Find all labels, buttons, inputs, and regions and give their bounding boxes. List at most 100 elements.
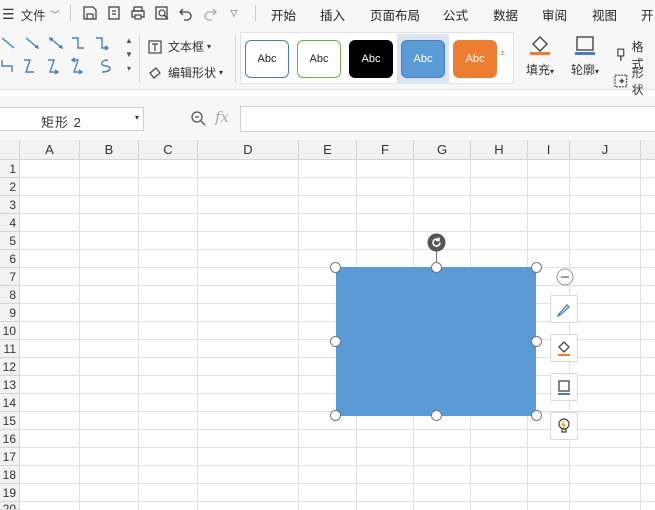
row-header-3[interactable]: 3 xyxy=(0,196,20,214)
column-header-b[interactable]: B xyxy=(80,140,139,160)
column-header-i[interactable]: I xyxy=(528,140,570,160)
style-fill-black[interactable]: Abc xyxy=(349,40,393,78)
row-header-6[interactable]: 6 xyxy=(0,250,20,268)
tab-formulas[interactable]: 公式 xyxy=(443,5,468,24)
print-preview-icon[interactable] xyxy=(152,3,172,23)
style-fill-orange[interactable]: Abc xyxy=(453,40,497,78)
column-header-h[interactable]: H xyxy=(471,140,528,160)
row-header-5[interactable]: 5 xyxy=(0,232,20,250)
gridline xyxy=(20,465,655,466)
save-icon[interactable] xyxy=(80,3,100,23)
gridline xyxy=(20,213,655,214)
gridline xyxy=(20,483,655,484)
tab-insert[interactable]: 插入 xyxy=(320,5,345,24)
shape-outline-button[interactable] xyxy=(550,373,578,401)
gridline xyxy=(20,447,655,448)
row-header-1[interactable]: 1 xyxy=(0,160,20,178)
chevron-down-icon: ﹀ xyxy=(50,10,60,20)
customize-quick-access-icon[interactable]: ▽ xyxy=(224,3,244,23)
resize-handle-bottom-right[interactable] xyxy=(531,410,542,421)
shape-fill-button[interactable] xyxy=(550,334,578,362)
tab-page-layout[interactable]: 页面布局 xyxy=(370,5,420,24)
column-header-k[interactable] xyxy=(641,140,655,160)
row-header-17[interactable]: 17 xyxy=(0,448,20,466)
export-pdf-icon[interactable] xyxy=(104,3,124,23)
tab-developer[interactable]: 开 xyxy=(641,5,654,24)
select-all-corner[interactable] xyxy=(0,140,20,160)
row-header-16[interactable]: 16 xyxy=(0,430,20,448)
row-header-15[interactable]: 15 xyxy=(0,412,20,430)
resize-handle-bottom-left[interactable] xyxy=(330,410,341,421)
undo-icon[interactable] xyxy=(176,3,196,23)
file-menu[interactable]: ☰ 文件 ﹀ xyxy=(2,5,60,24)
row-header-10[interactable]: 10 xyxy=(0,322,20,340)
collapse-icon[interactable] xyxy=(556,268,574,286)
gallery-scroll[interactable]: ▲ ▼ ▾ xyxy=(122,34,136,84)
print-icon[interactable] xyxy=(128,3,148,23)
row-header-9[interactable]: 9 xyxy=(0,304,20,322)
textbox-label: 文本框 xyxy=(168,40,205,54)
style-outline-blue[interactable]: Abc xyxy=(245,40,289,78)
resize-handle-top-right[interactable] xyxy=(531,262,542,273)
row-header-14[interactable]: 14 xyxy=(0,394,20,412)
paint-bucket-icon xyxy=(558,341,570,356)
redo-icon[interactable] xyxy=(200,3,220,23)
connector-shapes-gallery[interactable] xyxy=(0,32,128,80)
row-header-12[interactable]: 12 xyxy=(0,358,20,376)
row-header-4[interactable]: 4 xyxy=(0,214,20,232)
row-header-13[interactable]: 13 xyxy=(0,376,20,394)
tab-home[interactable]: 开始 xyxy=(271,5,296,24)
row-header-8[interactable]: 8 xyxy=(0,286,20,304)
format-brush-icon xyxy=(617,48,625,61)
formula-bar: 矩形 2 ▾ fx xyxy=(0,96,655,140)
outline-button[interactable]: 轮廓▾ xyxy=(568,34,602,78)
tab-view[interactable]: 视图 xyxy=(592,5,617,24)
styles-more-icon[interactable]: ⩡ xyxy=(500,48,505,59)
style-outline-green[interactable]: Abc xyxy=(297,40,341,78)
rotate-handle-icon[interactable] xyxy=(427,233,446,252)
gridline xyxy=(20,501,655,502)
spreadsheet-grid[interactable]: A B C D E F G H I J 1 2 3 4 5 6 7 8 9 10… xyxy=(0,140,655,510)
name-box[interactable]: 矩形 2 ▾ xyxy=(0,107,144,131)
resize-handle-top[interactable] xyxy=(431,262,442,273)
tab-review[interactable]: 审阅 xyxy=(542,5,567,24)
resize-handle-right[interactable] xyxy=(531,336,542,347)
resize-handle-left[interactable] xyxy=(330,336,341,347)
lightbulb-icon xyxy=(558,418,570,433)
row-header-7[interactable]: 7 xyxy=(0,268,20,286)
row-header-2[interactable]: 2 xyxy=(0,178,20,196)
chevron-down-icon: ▾ xyxy=(219,68,224,77)
divider xyxy=(255,5,256,21)
brush-icon xyxy=(556,304,570,318)
edit-shape-button[interactable]: 编辑形状 ▾ xyxy=(148,64,223,81)
row-header-20[interactable]: 20 xyxy=(0,502,20,510)
row-header-18[interactable]: 18 xyxy=(0,466,20,484)
smart-suggestion-button[interactable] xyxy=(550,412,578,440)
resize-handle-bottom[interactable] xyxy=(431,410,442,421)
fill-button[interactable]: 填充▾ xyxy=(524,34,556,78)
zoom-icon[interactable] xyxy=(190,110,206,126)
formula-input[interactable] xyxy=(240,106,655,132)
shape-style-button[interactable] xyxy=(550,295,578,323)
outline-label: 轮廓 xyxy=(570,63,595,77)
resize-handle-top-left[interactable] xyxy=(330,262,341,273)
row-header-11[interactable]: 11 xyxy=(0,340,20,358)
column-header-d[interactable]: D xyxy=(198,140,299,160)
tab-data[interactable]: 数据 xyxy=(493,5,518,24)
fx-icon[interactable]: fx xyxy=(215,108,229,126)
column-header-a[interactable]: A xyxy=(20,140,80,160)
column-header-f[interactable]: F xyxy=(357,140,414,160)
textbox-icon xyxy=(148,39,162,54)
column-header-c[interactable]: C xyxy=(139,140,198,160)
shape-label: 形状 xyxy=(631,66,644,97)
column-header-e[interactable]: E xyxy=(299,140,357,160)
rectangle-shape[interactable] xyxy=(336,267,536,416)
column-header-j[interactable]: J xyxy=(570,140,641,160)
row-header-19[interactable]: 19 xyxy=(0,484,20,502)
gridline xyxy=(20,195,655,196)
style-fill-blue[interactable]: Abc xyxy=(401,40,445,78)
column-header-g[interactable]: G xyxy=(414,140,471,160)
shape-effects-button[interactable]: 形状 xyxy=(614,64,655,98)
edit-shape-label: 编辑形状 xyxy=(168,66,217,80)
textbox-button[interactable]: 文本框 ▾ xyxy=(148,38,211,55)
